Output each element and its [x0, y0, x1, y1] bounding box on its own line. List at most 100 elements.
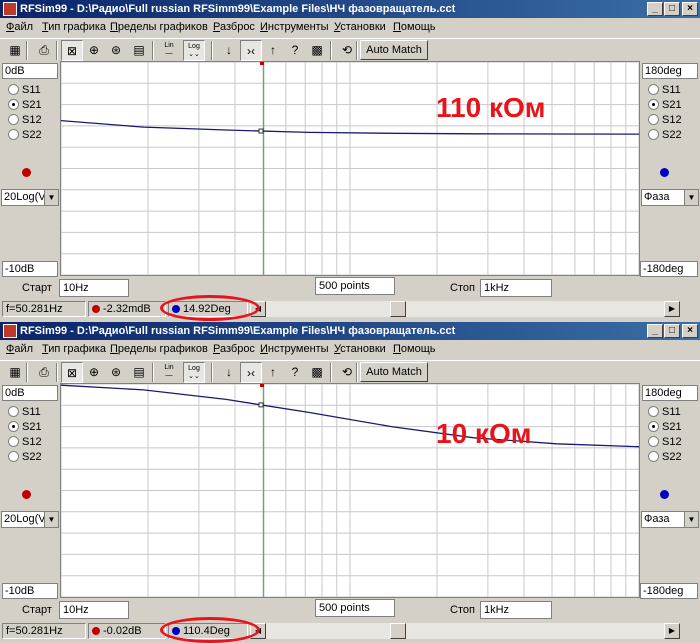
radio-s21[interactable]: S21: [648, 98, 682, 112]
plot-area[interactable]: 110 кОм: [60, 61, 640, 276]
menu-item[interactable]: Разброс: [213, 21, 255, 33]
trace-marker[interactable]: [258, 402, 264, 408]
print-icon[interactable]: ⎙: [33, 362, 55, 383]
auto-match-button[interactable]: Auto Match: [360, 362, 428, 382]
left-top-value[interactable]: 0dB: [2, 385, 58, 401]
radio-s11[interactable]: S11: [648, 405, 681, 419]
log-scale-button[interactable]: Log ⌄⌄: [183, 362, 205, 383]
help-icon[interactable]: ?: [284, 40, 306, 61]
right-top-value[interactable]: 180deg: [642, 63, 698, 79]
scroll-thumb[interactable]: [390, 623, 406, 639]
scroll-left-icon[interactable]: ◀: [250, 301, 266, 317]
trace-color-marker[interactable]: [22, 490, 31, 499]
trace-color-marker[interactable]: [660, 490, 669, 499]
scroll-thumb[interactable]: [390, 301, 406, 317]
radio-s11[interactable]: S11: [8, 83, 41, 97]
left-bottom-value[interactable]: -10dB: [2, 261, 58, 277]
arrow-down-icon[interactable]: ↓: [218, 362, 240, 383]
trace-color-marker[interactable]: [660, 168, 669, 177]
minimize-button[interactable]: _: [647, 2, 663, 16]
horizontal-scrollbar[interactable]: ◀ ▶: [250, 623, 680, 639]
smith-chart-icon[interactable]: ⊕: [83, 362, 105, 383]
menu-item[interactable]: Тип графика: [42, 343, 106, 355]
radio-s22[interactable]: S22: [648, 450, 682, 464]
menu-item[interactable]: Разброс: [213, 343, 255, 355]
radio-s11[interactable]: S11: [648, 83, 681, 97]
right-scale-select[interactable]: Фаза ▼: [641, 189, 699, 206]
right-top-value[interactable]: 180deg: [642, 385, 698, 401]
auto-match-button[interactable]: Auto Match: [360, 40, 428, 60]
menu-item[interactable]: Инструменты: [260, 343, 329, 355]
table-icon[interactable]: ▤: [128, 362, 150, 383]
radio-s21[interactable]: S21: [8, 420, 42, 434]
refresh-icon[interactable]: ⟲: [336, 362, 358, 383]
right-scale-select[interactable]: Фаза ▼: [641, 511, 699, 528]
menu-item[interactable]: Инструменты: [260, 21, 329, 33]
print-icon[interactable]: ⎙: [33, 40, 55, 61]
radio-s22[interactable]: S22: [8, 128, 42, 142]
left-scale-select[interactable]: 20Log(V) ▼: [1, 189, 59, 206]
rect-plot-icon[interactable]: ⊠: [61, 40, 83, 61]
radio-s21[interactable]: S21: [648, 420, 682, 434]
menu-item[interactable]: Файл: [6, 343, 33, 355]
close-button[interactable]: ×: [682, 2, 698, 16]
radio-s22[interactable]: S22: [8, 450, 42, 464]
points-input[interactable]: 500 points: [315, 277, 395, 295]
trace-color-marker[interactable]: [22, 168, 31, 177]
menu-item[interactable]: Установки: [334, 343, 386, 355]
radio-s21[interactable]: S21: [8, 98, 42, 112]
left-top-value[interactable]: 0dB: [2, 63, 58, 79]
radio-s22[interactable]: S22: [648, 128, 682, 142]
lin-scale-button[interactable]: Lin —: [158, 362, 180, 383]
radio-s11[interactable]: S11: [8, 405, 41, 419]
scroll-right-icon[interactable]: ▶: [664, 301, 680, 317]
start-frequency-input[interactable]: 10Hz: [59, 279, 129, 297]
right-bottom-value[interactable]: -180deg: [640, 261, 698, 277]
trace-marker[interactable]: [258, 128, 264, 134]
lin-scale-button[interactable]: Lin —: [158, 40, 180, 61]
points-input[interactable]: 500 points: [315, 599, 395, 617]
plot-area[interactable]: 10 кОм: [60, 383, 640, 598]
refresh-icon[interactable]: ⟲: [336, 40, 358, 61]
arrow-up-icon[interactable]: ↑: [262, 362, 284, 383]
stop-frequency-input[interactable]: 1kHz: [480, 601, 552, 619]
right-bottom-value[interactable]: -180deg: [640, 583, 698, 599]
menu-item[interactable]: Помощь: [393, 21, 436, 33]
stop-frequency-input[interactable]: 1kHz: [480, 279, 552, 297]
arrow-up-icon[interactable]: ↑: [262, 40, 284, 61]
minimize-button[interactable]: _: [647, 324, 663, 338]
menu-item[interactable]: Пределы графиков: [110, 21, 208, 33]
menu-item[interactable]: Файл: [6, 21, 33, 33]
maximize-button[interactable]: □: [664, 324, 680, 338]
smith-chart-icon[interactable]: ⊕: [83, 40, 105, 61]
close-button[interactable]: ×: [682, 324, 698, 338]
grid-icon[interactable]: ▩: [306, 40, 328, 61]
radio-s12[interactable]: S12: [8, 435, 42, 449]
radio-s12[interactable]: S12: [8, 113, 42, 127]
menu-item[interactable]: Установки: [334, 21, 386, 33]
left-scale-select[interactable]: 20Log(V) ▼: [1, 511, 59, 528]
menu-item[interactable]: Тип графика: [42, 21, 106, 33]
arrow-down-icon[interactable]: ↓: [218, 40, 240, 61]
log-scale-button[interactable]: Log ⌄⌄: [183, 40, 205, 61]
polar-chart-icon[interactable]: ⊛: [105, 40, 127, 61]
menu-item[interactable]: Пределы графиков: [110, 343, 208, 355]
menu-item[interactable]: Помощь: [393, 343, 436, 355]
horizontal-scrollbar[interactable]: ◀ ▶: [250, 301, 680, 317]
new-circuit-icon[interactable]: ▦: [4, 40, 26, 61]
left-bottom-value[interactable]: -10dB: [2, 583, 58, 599]
table-icon[interactable]: ▤: [128, 40, 150, 61]
scroll-right-icon[interactable]: ▶: [664, 623, 680, 639]
maximize-button[interactable]: □: [664, 2, 680, 16]
scroll-left-icon[interactable]: ◀: [250, 623, 266, 639]
radio-s12[interactable]: S12: [648, 435, 682, 449]
start-frequency-input[interactable]: 10Hz: [59, 601, 129, 619]
help-icon[interactable]: ?: [284, 362, 306, 383]
marker-icon[interactable]: ›‹: [240, 362, 262, 383]
radio-s12[interactable]: S12: [648, 113, 682, 127]
rect-plot-icon[interactable]: ⊠: [61, 362, 83, 383]
grid-icon[interactable]: ▩: [306, 362, 328, 383]
marker-icon[interactable]: ›‹: [240, 40, 262, 61]
polar-chart-icon[interactable]: ⊛: [105, 362, 127, 383]
new-circuit-icon[interactable]: ▦: [4, 362, 26, 383]
